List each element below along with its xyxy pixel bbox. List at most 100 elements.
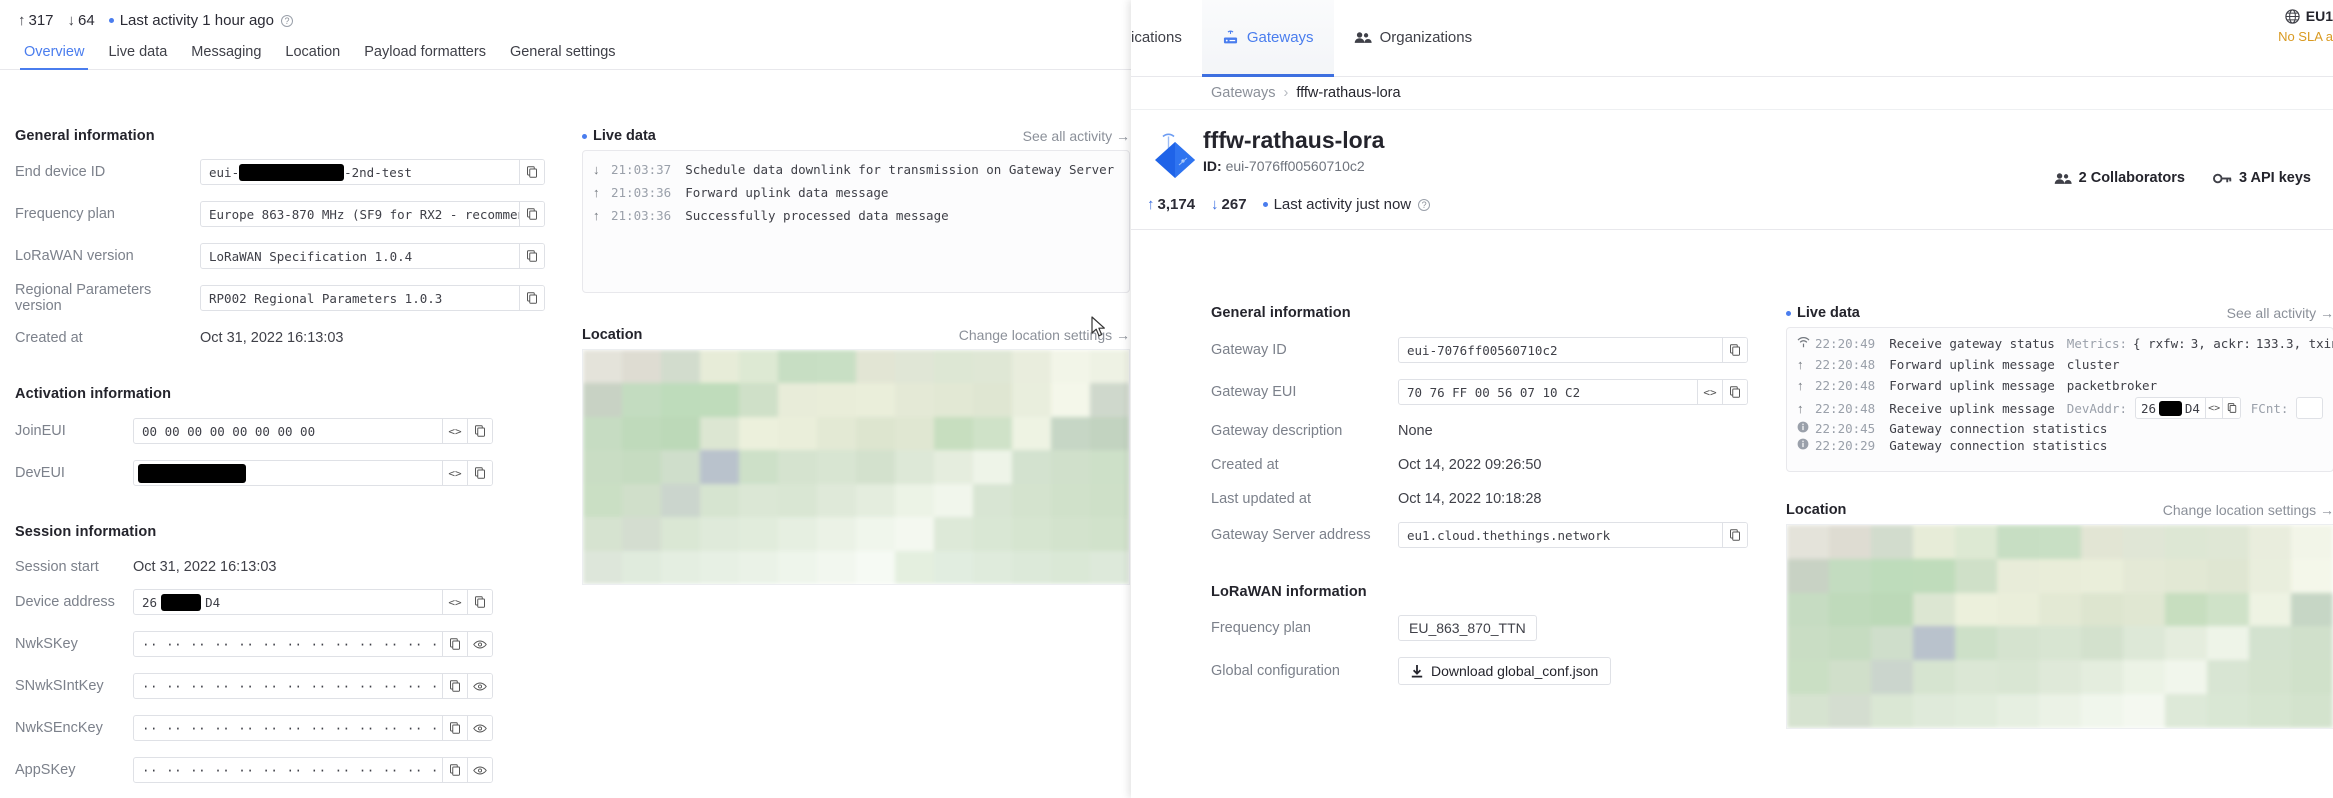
event-meta-label: packetbroker: [2066, 378, 2158, 393]
regional-parameters-field[interactable]: RP002 Regional Parameters 1.0.3: [200, 285, 545, 311]
copy-icon[interactable]: [442, 632, 467, 656]
code-icon[interactable]: <>: [442, 419, 467, 443]
map-tile: [622, 550, 661, 584]
api-keys-link[interactable]: 3 API keys: [2212, 170, 2311, 186]
event-message: Receive uplink message: [1889, 400, 2055, 416]
map-tile: [2081, 525, 2123, 559]
row-global-configuration: Global configuration Download global_con…: [1211, 657, 1771, 685]
event-message: Schedule data downlink for transmission …: [685, 162, 1115, 177]
copy-icon[interactable]: [519, 286, 544, 310]
gateway-window: ications Gateways Organizations EU1 No S…: [1131, 0, 2333, 798]
tab-messaging[interactable]: Messaging: [179, 44, 273, 69]
live-event-row[interactable]: 22:20:49 Receive gateway status Metrics:…: [1787, 333, 2333, 354]
tab-general-settings[interactable]: General settings: [498, 44, 628, 69]
copy-icon[interactable]: [1722, 523, 1747, 547]
copy-icon[interactable]: [519, 202, 544, 226]
copy-icon[interactable]: [442, 674, 467, 698]
eye-icon[interactable]: [467, 632, 492, 656]
copy-icon[interactable]: [442, 716, 467, 740]
copy-icon[interactable]: [467, 590, 492, 614]
nav-item-applications[interactable]: ications: [1131, 0, 1202, 76]
copy-icon[interactable]: [2222, 398, 2240, 418]
lorawan-version-field[interactable]: LoRaWAN Specification 1.0.4: [200, 243, 545, 269]
breadcrumb-parent[interactable]: Gateways: [1211, 85, 1275, 101]
snwksintkey-field[interactable]: ·· ·· ·· ·· ·· ·· ·· ·· ·· ·· ·· ·· ·· ·…: [133, 673, 493, 699]
copy-icon[interactable]: [1722, 380, 1747, 404]
code-icon[interactable]: <>: [1697, 380, 1722, 404]
status-dot-icon: [1786, 310, 1791, 316]
eye-icon[interactable]: [467, 674, 492, 698]
tab-live-data[interactable]: Live data: [96, 44, 179, 69]
redaction-block: [138, 463, 246, 483]
device-info-column: General information End device ID eui- -2…: [15, 128, 560, 783]
joineui-field[interactable]: 00 00 00 00 00 00 00 00 <>: [133, 418, 493, 444]
change-location-settings-link[interactable]: Change location settings →: [2163, 502, 2333, 518]
breadcrumb: Gateways › fffw-rathaus-lora: [1131, 77, 2333, 110]
copy-icon[interactable]: [442, 758, 467, 782]
map-tile: [817, 383, 856, 417]
gateway-server-address-field[interactable]: eu1.cloud.thethings.network: [1398, 522, 1748, 548]
session-info-heading: Session information: [15, 524, 157, 540]
map-tile: [1871, 660, 1913, 695]
live-event-row[interactable]: ↑ 22:20:48 Forward uplink message cluste…: [1787, 354, 2333, 375]
live-event-row[interactable]: 22:20:45 Gateway connection statistics: [1787, 420, 2333, 437]
tab-overview[interactable]: Overview: [12, 44, 96, 70]
map-tile: [2207, 592, 2249, 627]
tab-location[interactable]: Location: [273, 44, 352, 69]
map-tile: [1051, 383, 1090, 417]
nav-item-gateways[interactable]: Gateways: [1201, 0, 1334, 77]
appskey-field[interactable]: ·· ·· ·· ·· ·· ·· ·· ·· ·· ·· ·· ·· ·· ·…: [133, 757, 493, 783]
device-location-map[interactable]: [582, 349, 1130, 585]
map-tile: [1913, 626, 1955, 661]
map-tile: [622, 416, 661, 451]
help-icon[interactable]: ?: [1418, 198, 1431, 211]
nwkskey-field[interactable]: ·· ·· ·· ·· ·· ·· ·· ·· ·· ·· ·· ·· ·· ·…: [133, 631, 493, 657]
device-address-field[interactable]: 26 D4 <>: [133, 589, 493, 615]
code-icon[interactable]: <>: [442, 461, 467, 485]
download-global-conf-button[interactable]: Download global_conf.json: [1398, 657, 1612, 685]
label-created-at: Created at: [15, 330, 83, 346]
nav-item-organizations[interactable]: Organizations: [1334, 0, 1493, 76]
end-device-id-field[interactable]: eui- -2nd-test: [200, 159, 545, 185]
tab-payload-formatters[interactable]: Payload formatters: [352, 44, 498, 69]
devaddr-field[interactable]: 26 D4 <>: [2135, 397, 2241, 419]
copy-icon[interactable]: [467, 419, 492, 443]
frequency-plan-field[interactable]: Europe 863-870 MHz (SF9 for RX2 - recomm…: [200, 201, 545, 227]
eye-icon[interactable]: [467, 716, 492, 740]
see-all-activity-link[interactable]: See all activity →: [1023, 128, 1130, 144]
code-icon[interactable]: <>: [2204, 398, 2223, 418]
gateway-id-field[interactable]: eui-7076ff00560710c2: [1398, 337, 1748, 363]
collaborators-link[interactable]: 2 Collaborators: [2054, 170, 2185, 186]
map-tile: [2165, 558, 2207, 593]
help-icon[interactable]: ?: [280, 14, 293, 27]
map-tile: [2039, 525, 2081, 559]
eye-icon[interactable]: [467, 758, 492, 782]
fcnt-field[interactable]: [2296, 397, 2323, 419]
see-all-activity-link[interactable]: See all activity →: [2227, 305, 2333, 321]
gateway-eui-field[interactable]: 70 76 FF 00 56 07 10 C2 <>: [1398, 379, 1748, 405]
live-event-row[interactable]: ↑ 22:20:48 Forward uplink message packet…: [1787, 375, 2333, 396]
copy-icon[interactable]: [1722, 338, 1747, 362]
map-tile: [2039, 626, 2081, 661]
cluster-indicator[interactable]: EU1 No SLA a: [2278, 8, 2333, 44]
map-tile: [1051, 550, 1090, 584]
map-tile: [1090, 350, 1129, 384]
gateway-location-map[interactable]: [1786, 524, 2333, 729]
map-tile: [856, 450, 895, 484]
code-icon[interactable]: <>: [442, 590, 467, 614]
map-tile: [2123, 660, 2165, 695]
copy-icon[interactable]: [467, 461, 492, 485]
live-event-row[interactable]: ↑ 21:03:36 Successfully processed data m…: [583, 204, 1129, 227]
gateway-frequency-plan-field[interactable]: EU_863_870_TTN: [1398, 615, 1537, 641]
live-event-row[interactable]: 22:20:29 Gateway connection statistics: [1787, 437, 2333, 454]
live-event-row[interactable]: ↑ 22:20:48 Receive uplink message DevAdd…: [1787, 396, 2333, 420]
arrow-up-icon: ↑: [1797, 400, 1804, 416]
live-event-row[interactable]: ↑ 21:03:36 Forward uplink data message: [583, 181, 1129, 204]
deveui-field[interactable]: <>: [133, 460, 493, 486]
live-event-row[interactable]: ↓ 21:03:37 Schedule data downlink for tr…: [583, 158, 1129, 181]
map-tile: [1997, 694, 2039, 728]
nwksenckey-field[interactable]: ·· ·· ·· ·· ·· ·· ·· ·· ·· ·· ·· ·· ·· ·…: [133, 715, 493, 741]
copy-icon[interactable]: [519, 160, 544, 184]
map-tile: [973, 383, 1012, 417]
copy-icon[interactable]: [519, 244, 544, 268]
